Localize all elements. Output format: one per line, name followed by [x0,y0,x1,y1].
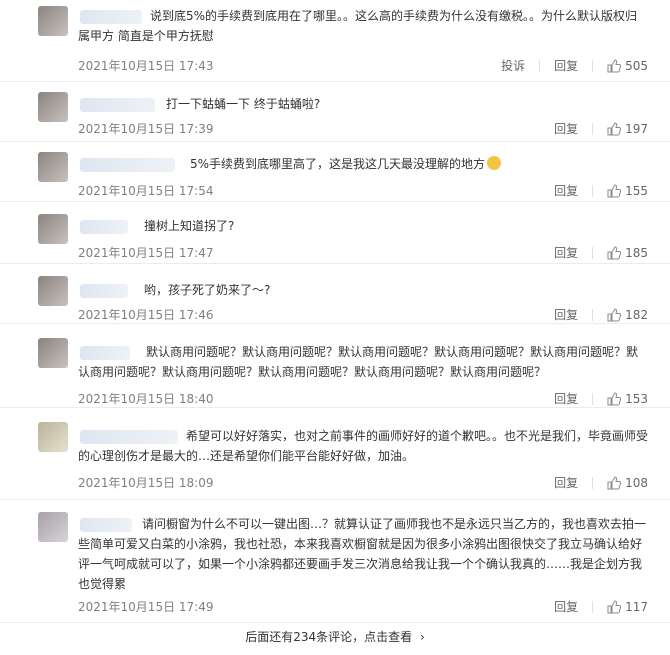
comment-date: 2021年10月15日 17:39 [78,122,214,136]
reply-button[interactable]: 回复 [554,306,578,323]
divider [592,392,594,405]
divider [539,59,541,72]
comment-item: 说到底5%的手续费到底用在了哪里。。这么高的手续费为什么没有缴税。。为什么默认版… [0,0,670,82]
reply-button[interactable]: 回复 [554,474,578,491]
comment-date: 2021年10月15日 17:54 [78,184,214,198]
comment-item: 希望可以好好落实，也对之前事件的画师好好的道个歉吧。。也不光是我们，毕竟画师受的… [0,408,670,500]
avatar[interactable] [38,338,68,368]
reply-button[interactable]: 回复 [554,244,578,261]
like-button[interactable]: 117 [607,600,648,614]
comment-date: 2021年10月15日 17:46 [78,308,214,322]
comment-text: 希望可以好好落实，也对之前事件的画师好好的道个歉吧。。也不光是我们，毕竟画师受的… [78,429,649,463]
comment-item: 哟，孩子死了奶来了～? 2021年10月15日 17:46 回复 182 [0,264,670,324]
avatar[interactable] [38,92,68,122]
thumbs-up-icon [607,121,622,135]
like-count: 108 [625,475,648,490]
comment-text: 撞树上知道拐了? [144,219,235,233]
thumbs-up-icon [607,183,622,197]
comment-actions: 回复 117 [554,598,648,615]
like-button[interactable]: 185 [607,246,648,260]
like-button[interactable]: 108 [607,476,648,490]
divider [592,476,594,489]
comment-item: 撞树上知道拐了? 2021年10月15日 17:47 回复 185 [0,202,670,264]
chevron-right-icon: › [419,630,425,644]
reply-button[interactable]: 回复 [554,57,578,74]
comment-date: 2021年10月15日 18:09 [78,476,214,490]
divider [592,122,594,135]
comment-item: 打一下蛄蛹一下 终于蛄蛹啦? 2021年10月15日 17:39 回复 197 [0,82,670,142]
like-button[interactable]: 182 [607,308,648,322]
like-button[interactable]: 197 [607,122,648,136]
like-count: 153 [625,391,648,406]
divider [592,59,594,72]
comment-text: 5%手续费到底哪里高了，这是我这几天最没理解的地方 [78,154,648,174]
comment-actions: 回复 197 [554,120,648,137]
like-count: 185 [625,245,648,260]
comment-date: 2021年10月15日 17:43 [78,59,214,73]
comment-actions: 投诉 回复 505 [501,57,648,74]
thumbs-up-icon [607,58,622,72]
comment-text: 默认商用问题呢？默认商用问题呢？默认商用问题呢？默认商用问题呢？默认商用问题呢？… [78,345,639,379]
comment-text: 请问橱窗为什么不可以一键出图…？就算认证了画师我也不是永远只当乙方的，我也喜欢去… [78,517,647,591]
comment-item: 5%手续费到底哪里高了，这是我这几天最没理解的地方 2021年10月15日 17… [0,142,670,202]
avatar[interactable] [38,6,68,36]
divider [592,308,594,321]
like-button[interactable]: 155 [607,184,648,198]
comment-text-content: 5%手续费到底哪里高了，这是我这几天最没理解的地方 [190,157,486,171]
comment-actions: 回复 108 [554,474,648,491]
like-count: 155 [625,183,648,198]
reply-button[interactable]: 回复 [554,120,578,137]
comment-item: 默认商用问题呢？默认商用问题呢？默认商用问题呢？默认商用问题呢？默认商用问题呢？… [0,324,670,408]
avatar[interactable] [38,276,68,306]
divider [592,600,594,613]
load-more-link[interactable]: 后面还有234条评论，点击查看 › [245,630,425,644]
comment-date: 2021年10月15日 17:47 [78,246,214,260]
like-button[interactable]: 505 [607,59,648,73]
thumbs-up-icon [607,245,622,259]
comment-text: 打一下蛄蛹一下 终于蛄蛹啦? [166,97,321,111]
avatar[interactable] [38,422,68,452]
comment-text: 哟，孩子死了奶来了～? [144,283,271,297]
divider [592,246,594,259]
like-button[interactable]: 153 [607,392,648,406]
thumbs-up-icon [607,475,622,489]
like-count: 505 [625,58,648,73]
comment-actions: 回复 153 [554,390,648,407]
thumbs-up-icon [607,307,622,321]
load-more-text: 后面还有234条评论，点击查看 [245,630,413,644]
comment-actions: 回复 182 [554,306,648,323]
avatar[interactable] [38,152,68,182]
thumbs-up-icon [607,599,622,613]
reply-button[interactable]: 回复 [554,182,578,199]
divider [592,184,594,197]
comment-text: 说到底5%的手续费到底用在了哪里。。这么高的手续费为什么没有缴税。。为什么默认版… [78,9,638,43]
avatar[interactable] [38,512,68,542]
report-button[interactable]: 投诉 [501,57,525,74]
like-count: 117 [625,599,648,614]
comment-date: 2021年10月15日 18:40 [78,392,214,406]
comment-item: 请问橱窗为什么不可以一键出图…？就算认证了画师我也不是永远只当乙方的，我也喜欢去… [0,500,670,623]
comment-actions: 回复 155 [554,182,648,199]
reply-button[interactable]: 回复 [554,390,578,407]
reply-button[interactable]: 回复 [554,598,578,615]
like-count: 197 [625,121,648,136]
thumbs-up-icon [607,391,622,405]
avatar[interactable] [38,214,68,244]
grinning-face-icon [487,156,502,170]
comment-actions: 回复 185 [554,244,648,261]
comment-date: 2021年10月15日 17:49 [78,600,214,614]
load-more: 后面还有234条评论，点击查看 › [0,628,670,645]
like-count: 182 [625,307,648,322]
